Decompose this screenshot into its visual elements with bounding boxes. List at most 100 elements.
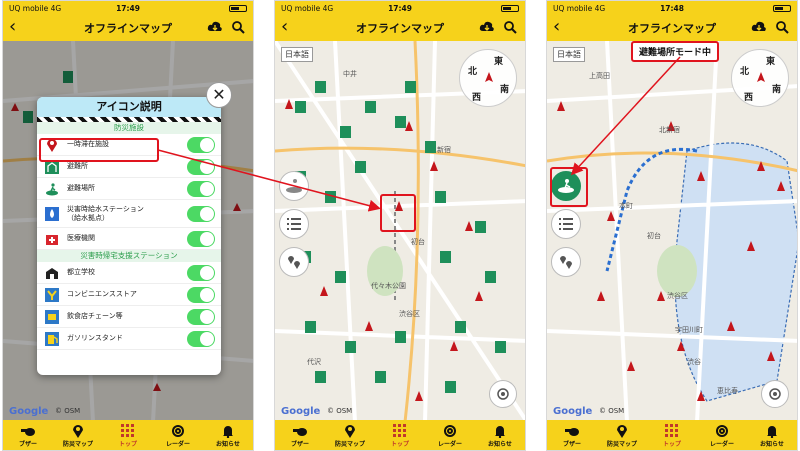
bell-icon bbox=[220, 424, 236, 438]
language-button[interactable]: 日本語 bbox=[281, 47, 313, 62]
tab-radar[interactable]: レーダー bbox=[153, 420, 203, 450]
clock: 17:49 bbox=[116, 3, 140, 13]
page-title: オフラインマップ bbox=[356, 22, 444, 35]
place-label: 上高田 bbox=[589, 72, 610, 80]
google-logo: Google bbox=[9, 406, 49, 417]
google-logo: Google bbox=[281, 406, 321, 417]
legend-label: 避難場所 bbox=[67, 184, 95, 192]
tab-label: お知らせ bbox=[216, 441, 240, 448]
osm-attribution: © OSM bbox=[599, 407, 625, 415]
my-location-button[interactable] bbox=[761, 380, 789, 408]
search-icon[interactable] bbox=[775, 20, 789, 34]
highlight-box-map-pin bbox=[380, 194, 416, 232]
tab-news[interactable]: お知らせ bbox=[203, 420, 253, 450]
toggle-water-station[interactable] bbox=[187, 205, 215, 222]
tab-top[interactable]: トップ bbox=[103, 420, 153, 450]
compass[interactable]: 北 東 南 西 bbox=[731, 49, 789, 107]
tab-label: レーダー bbox=[437, 441, 462, 448]
highlight-box-evacuation-button bbox=[550, 167, 588, 207]
place-label: 中井 bbox=[343, 70, 357, 78]
place-label: 渋谷区 bbox=[667, 292, 688, 300]
toggle-temporary-stay[interactable] bbox=[187, 136, 215, 153]
gas-station-icon bbox=[45, 331, 59, 346]
legend-label: 医療機関 bbox=[67, 234, 95, 242]
evacuation-mode-badge: 避難場所モード中 bbox=[631, 41, 720, 62]
section-heading-return-support: 災害時帰宅支援ステーション bbox=[37, 250, 221, 262]
phone-screen-evacuation-mode: UQ mobile 4G 17:48 ‹ オフラインマップ 日本語 避難場所モー… bbox=[546, 0, 798, 451]
school-icon bbox=[45, 266, 59, 280]
tab-label: ブザー bbox=[290, 441, 309, 448]
place-label: 初台 bbox=[411, 238, 425, 246]
tab-radar[interactable]: レーダー bbox=[697, 420, 747, 450]
search-icon[interactable] bbox=[231, 20, 245, 34]
battery-icon bbox=[501, 4, 519, 12]
restaurant-icon bbox=[45, 309, 59, 324]
compass[interactable]: 北 東 南 西 bbox=[459, 49, 517, 107]
bottom-tab-bar: ブザー 防災マップ トップ レーダー お知らせ bbox=[275, 420, 525, 450]
legend-label: ガソリンスタンド bbox=[67, 334, 123, 342]
nav-bar: ‹ オフラインマップ bbox=[3, 15, 253, 41]
back-arrow-icon[interactable]: ‹ bbox=[9, 18, 16, 36]
search-icon[interactable] bbox=[503, 20, 517, 34]
tab-buzzer[interactable]: ブザー bbox=[275, 420, 325, 450]
water-station-icon bbox=[45, 206, 59, 221]
page-title: オフラインマップ bbox=[84, 22, 172, 35]
back-arrow-icon[interactable]: ‹ bbox=[553, 18, 560, 36]
whistle-icon bbox=[564, 424, 580, 438]
crosshair-icon bbox=[497, 388, 509, 400]
layers-button[interactable] bbox=[279, 247, 309, 277]
tab-news[interactable]: お知らせ bbox=[747, 420, 797, 450]
phone-screen-map-pins: UQ mobile 4G 17:49 ‹ オフラインマップ 日本語 北 東 南 … bbox=[274, 0, 526, 451]
status-bar: UQ mobile 4G 17:49 bbox=[275, 1, 525, 15]
nav-bar: ‹ オフラインマップ bbox=[547, 15, 797, 41]
tab-disaster-map[interactable]: 防災マップ bbox=[597, 420, 647, 450]
tab-news[interactable]: お知らせ bbox=[475, 420, 525, 450]
tab-label: レーダー bbox=[165, 441, 190, 448]
toggle-evacuation-site[interactable] bbox=[187, 180, 215, 197]
toggle-restaurant[interactable] bbox=[187, 308, 215, 325]
section-heading-disaster-facilities: 防災施設 bbox=[37, 122, 221, 134]
tab-buzzer[interactable]: ブザー bbox=[3, 420, 53, 450]
my-location-button[interactable] bbox=[489, 380, 517, 408]
battery-icon bbox=[773, 4, 791, 12]
radar-icon bbox=[170, 424, 186, 438]
list-button[interactable] bbox=[279, 209, 309, 239]
place-label: 渋谷区 bbox=[399, 310, 420, 318]
list-button[interactable] bbox=[551, 209, 581, 239]
battery-icon bbox=[229, 4, 247, 12]
cloud-download-icon[interactable] bbox=[207, 21, 223, 33]
tab-disaster-map[interactable]: 防災マップ bbox=[53, 420, 103, 450]
list-icon bbox=[559, 218, 573, 230]
toggle-medical[interactable] bbox=[187, 230, 215, 247]
place-label: 北新宿 bbox=[659, 126, 680, 134]
close-icon[interactable]: ✕ bbox=[206, 82, 232, 108]
tab-top[interactable]: トップ bbox=[375, 420, 425, 450]
tab-label: 防災マップ bbox=[606, 441, 637, 448]
tab-label: 防災マップ bbox=[334, 441, 365, 448]
page-title: オフラインマップ bbox=[628, 22, 716, 35]
tab-radar[interactable]: レーダー bbox=[425, 420, 475, 450]
bottom-tab-bar: ブザー 防災マップ トップ レーダー お知らせ bbox=[3, 420, 253, 450]
place-label: 代々木公園 bbox=[371, 282, 406, 290]
place-label: 渋谷 bbox=[687, 358, 701, 366]
evacuation-mode-button[interactable] bbox=[279, 171, 309, 201]
toggle-school[interactable] bbox=[187, 264, 215, 281]
toggle-convenience-store[interactable] bbox=[187, 286, 215, 303]
legend-row-school: 都立学校 bbox=[37, 262, 221, 284]
tab-top[interactable]: トップ bbox=[647, 420, 697, 450]
tab-disaster-map[interactable]: 防災マップ bbox=[325, 420, 375, 450]
legend-label: 避難所 bbox=[67, 162, 88, 170]
toggle-shelter[interactable] bbox=[187, 158, 215, 175]
tab-label: レーダー bbox=[709, 441, 734, 448]
osm-attribution: © OSM bbox=[327, 407, 353, 415]
toggle-gas-station[interactable] bbox=[187, 330, 215, 347]
cloud-download-icon[interactable] bbox=[479, 21, 495, 33]
layers-button[interactable] bbox=[551, 247, 581, 277]
map-view[interactable]: 日本語 避難場所モード中 北 東 南 西 上高田 北新宿 本町 初台 渋谷区 宇… bbox=[547, 41, 797, 420]
cloud-download-icon[interactable] bbox=[751, 21, 767, 33]
place-label: 代沢 bbox=[307, 358, 321, 366]
status-bar: UQ mobile 4G 17:49 bbox=[3, 1, 253, 15]
back-arrow-icon[interactable]: ‹ bbox=[281, 18, 288, 36]
language-button[interactable]: 日本語 bbox=[553, 47, 585, 62]
tab-buzzer[interactable]: ブザー bbox=[547, 420, 597, 450]
